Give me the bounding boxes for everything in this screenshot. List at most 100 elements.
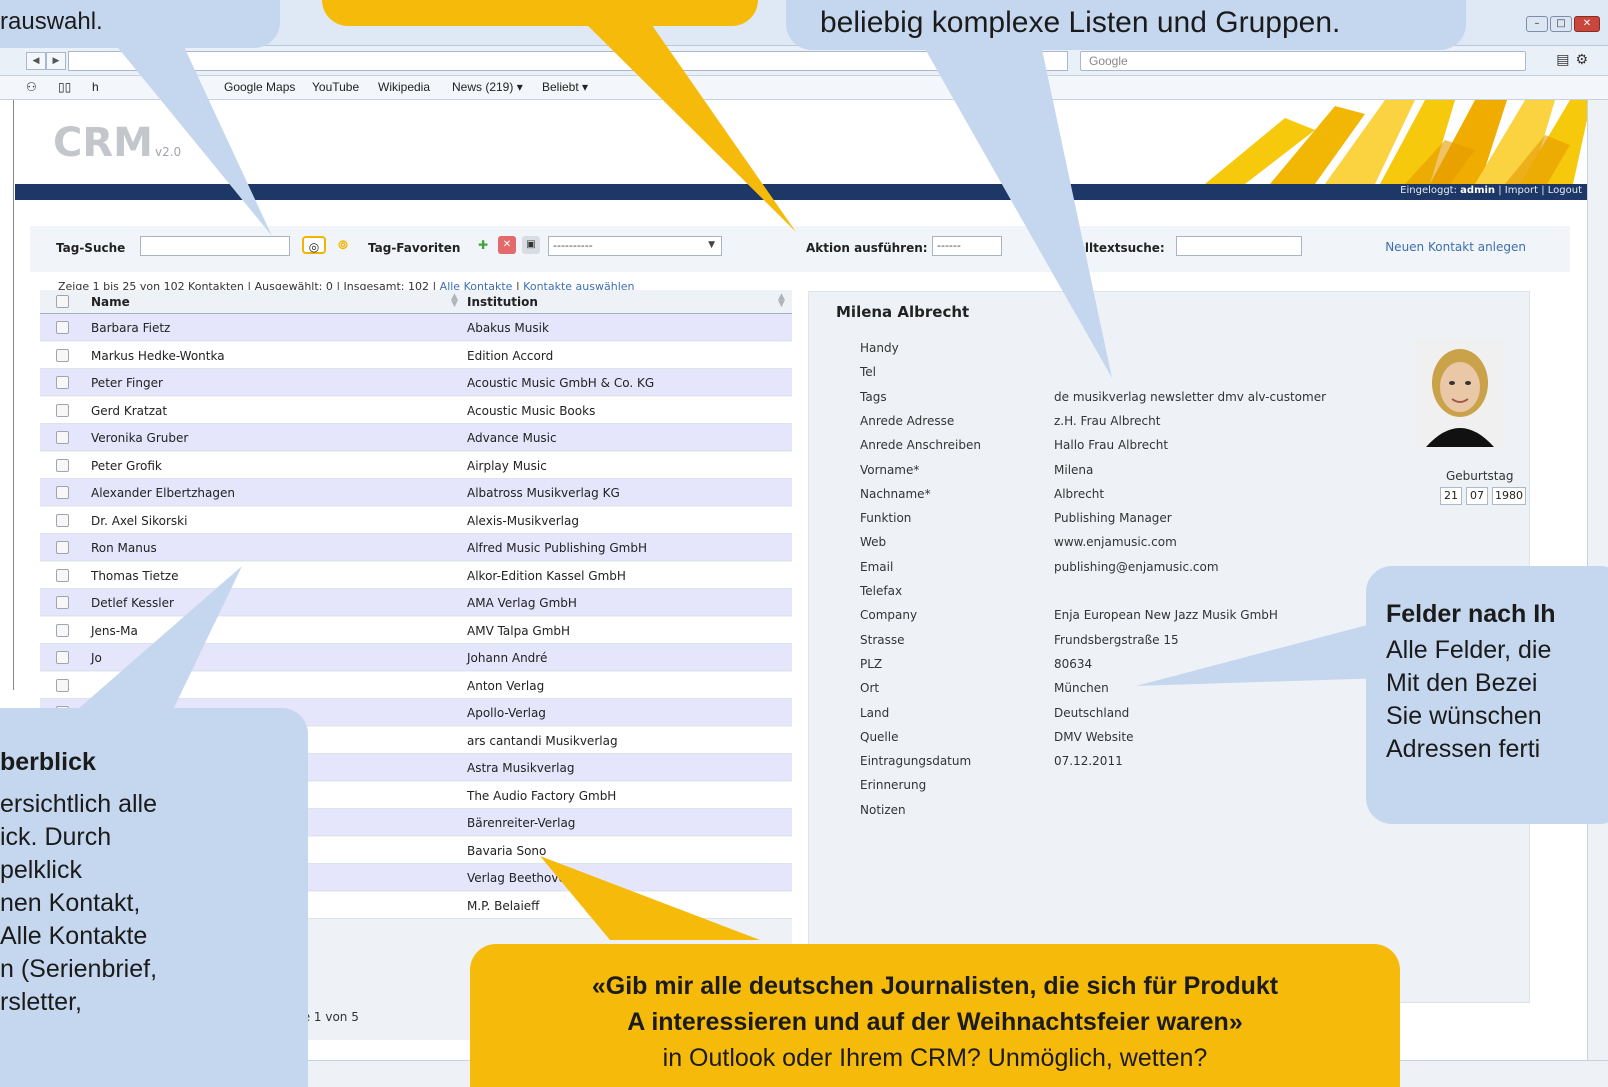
new-contact-link[interactable]: Neuen Kontakt anlegen [1385, 240, 1526, 254]
field-label: Telefax [860, 584, 903, 598]
row-checkbox[interactable] [56, 623, 69, 637]
logout-link[interactable]: Logout [1548, 185, 1582, 196]
row-checkbox[interactable] [56, 486, 69, 499]
bookmark-google-maps[interactable]: Google Maps [224, 80, 295, 94]
page-icon[interactable]: ▤ [1556, 52, 1575, 68]
row-checkbox[interactable] [56, 651, 69, 664]
birthday-label: Geburtstag [1446, 469, 1514, 483]
row-checkbox[interactable] [56, 678, 69, 692]
bookmark-youtube[interactable]: YouTube [312, 80, 359, 94]
row-institution: Albatross Musikverlag KG [467, 486, 620, 500]
callout-quote-sub: in Outlook oder Ihrem CRM? Unmöglich, we… [662, 1044, 1208, 1072]
callout-bottom-quote: «Gib mir alle deutschen Journalisten, di… [470, 944, 1400, 1087]
callout-top-right-text: beliebig komplexe Listen und Gruppen. [820, 6, 1341, 39]
table-row[interactable]: Gerd Kratzat Acoustic Music Books [40, 396, 792, 424]
tag-or-icon[interactable]: ⦾ [334, 236, 352, 254]
tag-and-icon[interactable]: ◎ [302, 236, 326, 254]
field-label: Eintragungsdatum [860, 754, 972, 769]
table-row[interactable]: Dr. Axel Sikorski Alexis-Musikverlag [40, 506, 792, 534]
action-select[interactable]: ------ [932, 236, 1002, 256]
table-row[interactable]: Barbara Fietz Abakus Musik [40, 314, 792, 341]
row-checkbox[interactable] [56, 458, 69, 472]
col-institution[interactable]: Institution [467, 295, 538, 309]
table-row[interactable]: Markus Hedke-Wontka Edition Accord [40, 341, 792, 369]
login-info: Eingeloggt: admin | Import | Logout [1400, 185, 1582, 196]
close-icon[interactable]: ✕ [1574, 16, 1600, 32]
book-icon[interactable]: ▯▯ [58, 80, 71, 94]
import-link[interactable]: Import [1505, 185, 1538, 196]
url-input[interactable] [68, 51, 1068, 71]
field-value: Hallo Frau Albrecht [1054, 438, 1169, 453]
row-checkbox[interactable] [56, 568, 69, 582]
favorites-select[interactable]: ---------- ▼ [548, 236, 722, 256]
table-row[interactable]: Jo Johann André [40, 644, 792, 671]
field-label: Quelle [860, 729, 899, 744]
app-version: v2.0 [154, 145, 182, 159]
table-row[interactable]: Veronika Gruber Advance Music [40, 424, 792, 451]
callout-right-title: Felder nach Ih [1386, 600, 1556, 628]
sort-icon[interactable]: ▲ ▼ [451, 293, 458, 309]
tag-search-input[interactable] [140, 236, 290, 256]
bookmark-partial[interactable]: h [92, 80, 99, 94]
row-checkbox[interactable] [56, 376, 69, 389]
birthday-month: 07 [1466, 487, 1488, 505]
sunflower-banner [1175, 100, 1587, 184]
row-checkbox[interactable] [56, 321, 69, 334]
callout-quote-line2: A interessieren und auf der Weihnachtsfe… [627, 1008, 1243, 1036]
app-logo[interactable]: CRM v2.0 [53, 120, 181, 166]
table-row[interactable]: Alexander Elbertzhagen Albatross Musikver… [40, 479, 792, 506]
table-row[interactable]: Anton Verlag [40, 671, 792, 699]
fulltext-label: Volltextsuche: [1068, 241, 1165, 255]
row-institution: Astra Musikverlag [467, 761, 575, 775]
row-name: Peter Finger [91, 376, 163, 390]
row-name: Markus Hedke-Wontka [91, 348, 225, 363]
row-name: Alexander Elbertzhagen [91, 486, 235, 500]
field-value: 07.12.2011 [1054, 754, 1123, 769]
table-row[interactable]: Peter Finger Acoustic Music GmbH & Co. KG [40, 369, 792, 396]
table-row[interactable]: Thomas Tietze Alkor-Edition Kassel GmbH [40, 561, 792, 589]
login-user: admin [1460, 185, 1496, 196]
row-checkbox[interactable] [56, 596, 69, 609]
bookmark-beliebt[interactable]: Beliebt ▾ [542, 80, 588, 94]
callout-left-body: ersichtlich alle ick. Durch pelklick nen… [0, 790, 158, 1016]
delete-favorite-icon[interactable]: ✕ [498, 236, 516, 254]
row-checkbox[interactable] [56, 431, 69, 444]
field-value: München [1054, 681, 1109, 696]
minimize-icon[interactable]: – [1526, 16, 1548, 32]
forward-icon[interactable]: ▶ [46, 52, 66, 70]
select-all-checkbox[interactable] [56, 295, 69, 308]
separator: | [1498, 185, 1502, 196]
maximize-icon[interactable]: □ [1550, 16, 1572, 32]
row-checkbox[interactable] [56, 348, 69, 362]
row-institution: Bavaria Sono [467, 843, 547, 858]
gear-icon[interactable]: ⚙ [1575, 52, 1594, 68]
table-row[interactable]: Peter Grofik Airplay Music [40, 451, 792, 479]
callout-right: Felder nach Ih Alle Felder, die Mit den … [1366, 566, 1608, 824]
table-row[interactable]: Jens-Ma AMV Talpa GmbH [40, 616, 792, 644]
table-row[interactable]: Detlef Kessler AMA Verlag GmbH [40, 589, 792, 616]
browser-search-input[interactable]: Google [1080, 51, 1526, 71]
reader-icon[interactable]: ⚇ [26, 80, 37, 94]
callout-top-right: beliebig komplexe Listen und Gruppen. [786, 0, 1466, 50]
fulltext-search-input[interactable] [1176, 236, 1302, 256]
window-controls: – □ ✕ [1526, 16, 1600, 32]
table-row[interactable]: Ron Manus Alfred Music Publishing GmbH [40, 534, 792, 561]
row-checkbox[interactable] [56, 513, 69, 527]
add-favorite-icon[interactable]: ✚ [474, 236, 492, 254]
bookmark-wikipedia[interactable]: Wikipedia [378, 80, 430, 94]
col-name[interactable]: Name [91, 295, 130, 309]
contact-photo [1416, 339, 1504, 447]
field-label: Ort [860, 681, 880, 696]
row-institution: Acoustic Music GmbH & Co. KG [467, 376, 655, 390]
action-label: Aktion ausführen: [806, 241, 928, 255]
row-name: Detlef Kessler [91, 596, 174, 610]
sort-icon[interactable]: ▲ ▼ [778, 293, 785, 309]
bookmark-news[interactable]: News (219) ▾ [452, 80, 523, 94]
back-icon[interactable]: ◀ [26, 52, 46, 70]
browser-tools[interactable]: ▤⚙ [1556, 52, 1594, 68]
save-favorite-icon[interactable]: ▣ [522, 236, 540, 254]
header-bar [15, 184, 1587, 200]
row-checkbox[interactable] [56, 403, 69, 417]
row-checkbox[interactable] [56, 541, 69, 554]
tag-search-label: Tag-Suche [56, 241, 126, 255]
